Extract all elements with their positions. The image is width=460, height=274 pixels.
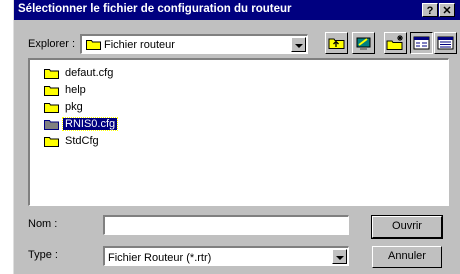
desktop-icon <box>356 37 371 50</box>
desktop-button[interactable] <box>352 32 375 54</box>
details-view-icon <box>437 36 454 50</box>
file-name: defaut.cfg <box>65 67 114 79</box>
lookin-label: Explorer : <box>28 38 76 50</box>
folder-icon <box>44 103 59 113</box>
new-folder-icon <box>386 35 403 50</box>
list-view-icon <box>413 36 430 50</box>
help-button[interactable]: ? <box>422 3 438 17</box>
filename-input[interactable] <box>103 215 349 235</box>
folder-icon <box>44 69 59 79</box>
file-name: RNIS0.cfg <box>61 117 119 131</box>
folder-icon <box>44 137 59 147</box>
cancel-button-label: Annuler <box>388 250 426 262</box>
list-view-button[interactable] <box>410 32 433 54</box>
up-folder-button[interactable] <box>325 32 348 54</box>
filetype-combobox[interactable]: Fichier Routeur (*.rtr) <box>103 246 349 266</box>
title-bar: Sélectionner le fichier de configuration… <box>14 0 460 20</box>
lookin-value: Fichier routeur <box>104 39 175 51</box>
file-list[interactable]: defaut.cfg help pkg RNIS0.cfg StdCfg <box>28 58 449 206</box>
lookin-dropdown-button[interactable] <box>291 37 306 52</box>
folder-icon <box>86 40 101 50</box>
up-folder-icon <box>328 38 345 49</box>
filetype-dropdown-button[interactable] <box>332 249 347 264</box>
open-button-label: Ouvrir <box>392 220 422 232</box>
file-name: StdCfg <box>65 135 99 147</box>
lookin-combobox[interactable]: Fichier routeur <box>80 34 308 54</box>
file-name: help <box>65 84 86 96</box>
dialog-title: Sélectionner le fichier de configuration… <box>18 3 292 15</box>
close-button[interactable]: ✕ <box>439 3 455 17</box>
folder-icon <box>44 120 59 130</box>
folder-icon <box>44 86 59 96</box>
open-button[interactable]: Ouvrir <box>371 215 443 239</box>
filename-label: Nom : <box>28 218 58 230</box>
filetype-value: Fichier Routeur (*.rtr) <box>108 252 212 264</box>
cancel-button[interactable]: Annuler <box>372 246 442 268</box>
filetype-label: Type : <box>28 249 58 261</box>
file-name: pkg <box>65 101 83 113</box>
new-folder-button[interactable] <box>384 32 407 54</box>
details-view-button[interactable] <box>434 32 457 54</box>
open-file-dialog: Sélectionner le fichier de configuration… <box>13 0 460 274</box>
